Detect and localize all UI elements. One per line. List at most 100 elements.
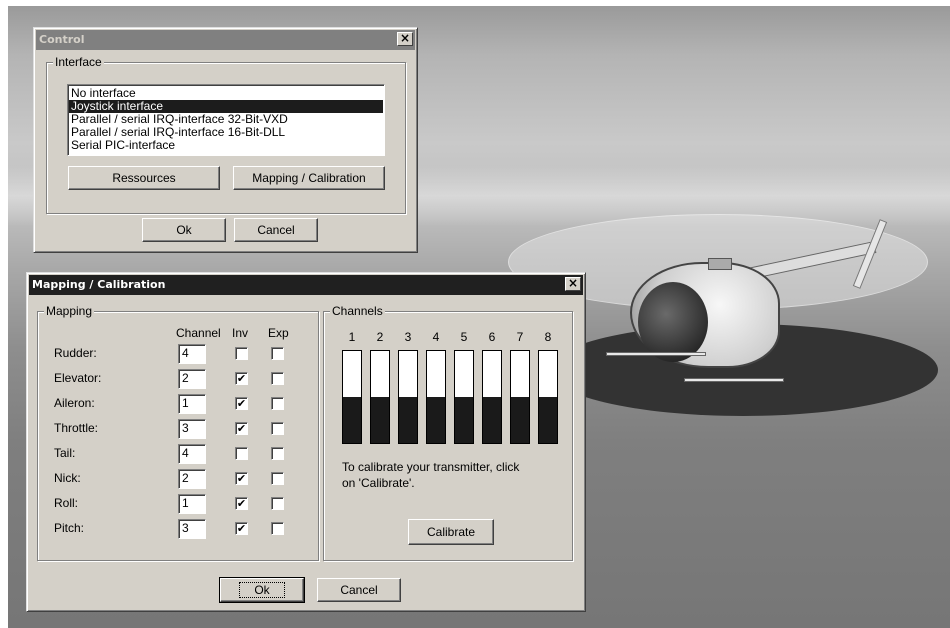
exp-checkbox[interactable]: [271, 472, 284, 485]
mapping-row-label: Roll:: [54, 496, 79, 510]
mapping-ok-button[interactable]: Ok: [219, 577, 305, 603]
channel-bar: [370, 350, 390, 444]
control-close-button[interactable]: ×: [397, 32, 413, 46]
channel-number: 3: [404, 330, 412, 344]
mapping-row-label: Rudder:: [54, 346, 97, 360]
channel-field[interactable]: 3: [178, 419, 206, 439]
channel-bar: [426, 350, 446, 444]
exp-checkbox[interactable]: [271, 372, 284, 385]
mapping-cancel-button[interactable]: Cancel: [317, 578, 401, 602]
channel-number: 2: [376, 330, 384, 344]
checkmark-icon: ✔: [236, 522, 247, 535]
channel-bar-fill: [343, 397, 361, 443]
exp-checkbox[interactable]: [271, 522, 284, 535]
mapping-row-label: Aileron:: [54, 396, 95, 410]
mapping-calibration-button[interactable]: Mapping / Calibration: [233, 166, 385, 190]
helicopter-skid-rear: [684, 378, 784, 382]
channel-field[interactable]: 2: [178, 369, 206, 389]
helicopter-skid-front: [606, 352, 706, 356]
exp-checkbox[interactable]: [271, 422, 284, 435]
control-ok-button[interactable]: Ok: [142, 218, 226, 242]
channel-field[interactable]: 2: [178, 469, 206, 489]
ressources-button-label: Ressources: [112, 171, 176, 185]
close-icon: ×: [399, 31, 411, 45]
control-cancel-label: Cancel: [257, 223, 295, 237]
channel-bar: [482, 350, 502, 444]
channel-bar: [538, 350, 558, 444]
ressources-button[interactable]: Ressources: [68, 166, 220, 190]
channel-bar: [342, 350, 362, 444]
mapping-group: Mapping Channel Inv Exp Rudder: 4 Elevat…: [37, 304, 319, 561]
inv-checkbox[interactable]: ✔: [235, 497, 248, 510]
mapping-row-label: Throttle:: [54, 421, 99, 435]
channel-number: 6: [488, 330, 496, 344]
channel-bar-fill: [399, 397, 417, 443]
inv-checkbox[interactable]: ✔: [235, 522, 248, 535]
channel-bar-fill: [539, 397, 557, 443]
channel-number: 1: [348, 330, 356, 344]
mapping-row-label: Pitch:: [54, 521, 85, 535]
channel-bar: [510, 350, 530, 444]
mapping-group-label: Mapping: [44, 304, 95, 318]
channel-bar: [398, 350, 418, 444]
inv-checkbox[interactable]: ✔: [235, 422, 248, 435]
control-cancel-button[interactable]: Cancel: [234, 218, 318, 242]
inv-checkbox[interactable]: ✔: [235, 372, 248, 385]
exp-checkbox[interactable]: [271, 347, 284, 360]
interface-group: Interface No interface Joystick interfac…: [46, 55, 406, 214]
channel-field[interactable]: 1: [178, 394, 206, 414]
calibrate-button-label: Calibrate: [426, 525, 476, 539]
helicopter-cockpit: [638, 282, 708, 362]
mapping-row-label: Elevator:: [54, 371, 102, 385]
inv-column-header: Inv: [232, 326, 249, 340]
inv-checkbox[interactable]: ✔: [235, 397, 248, 410]
channel-column-header: Channel: [176, 326, 221, 340]
calibrate-note-line2: on 'Calibrate'.: [342, 476, 415, 490]
control-title: Control: [39, 33, 85, 46]
channel-number: 5: [460, 330, 468, 344]
mapping-row-label: Tail:: [54, 446, 76, 460]
channel-bar-fill: [427, 397, 445, 443]
channel-monitor: 1 2 3 4 5 6 7 8: [324, 312, 572, 452]
mapping-close-button[interactable]: ×: [565, 277, 581, 291]
exp-checkbox[interactable]: [271, 397, 284, 410]
channel-number: 4: [432, 330, 440, 344]
mapping-titlebar[interactable]: Mapping / Calibration ×: [29, 275, 583, 295]
mapping-row-label: Nick:: [54, 471, 81, 485]
mapping-ok-label: Ok: [239, 582, 285, 598]
interface-option[interactable]: Serial PIC-interface: [69, 139, 383, 152]
mapping-title: Mapping / Calibration: [32, 278, 166, 291]
channel-bar-fill: [483, 397, 501, 443]
channel-bar-fill: [371, 397, 389, 443]
channels-group: Channels 12345678 To calibrate your tran…: [323, 304, 573, 561]
exp-column-header: Exp: [268, 326, 289, 340]
channel-field[interactable]: 3: [178, 519, 206, 539]
channel-number: 7: [516, 330, 524, 344]
channel-field[interactable]: 4: [178, 344, 206, 364]
inv-checkbox[interactable]: [235, 347, 248, 360]
inv-checkbox[interactable]: [235, 447, 248, 460]
checkmark-icon: ✔: [236, 422, 247, 435]
close-icon: ×: [567, 276, 579, 290]
channel-number: 8: [544, 330, 552, 344]
checkmark-icon: ✔: [236, 497, 247, 510]
interface-group-label: Interface: [53, 55, 104, 69]
mapping-calibration-dialog: Mapping / Calibration × Mapping Channel …: [26, 272, 586, 612]
channel-field[interactable]: 1: [178, 494, 206, 514]
channel-field[interactable]: 4: [178, 444, 206, 464]
inv-checkbox[interactable]: ✔: [235, 472, 248, 485]
control-dialog: Control × Interface No interface Joystic…: [33, 27, 418, 253]
control-titlebar[interactable]: Control ×: [36, 30, 415, 50]
checkmark-icon: ✔: [236, 372, 247, 385]
checkmark-icon: ✔: [236, 397, 247, 410]
exp-checkbox[interactable]: [271, 447, 284, 460]
control-ok-label: Ok: [176, 223, 192, 237]
interface-listbox[interactable]: No interface Joystick interface Parallel…: [67, 84, 385, 156]
checkmark-icon: ✔: [236, 472, 247, 485]
mapping-cancel-label: Cancel: [340, 583, 378, 597]
channel-bar-fill: [455, 397, 473, 443]
exp-checkbox[interactable]: [271, 497, 284, 510]
calibrate-button[interactable]: Calibrate: [408, 519, 494, 545]
channel-bar: [454, 350, 474, 444]
calibrate-note-line1: To calibrate your transmitter, click: [342, 460, 520, 474]
